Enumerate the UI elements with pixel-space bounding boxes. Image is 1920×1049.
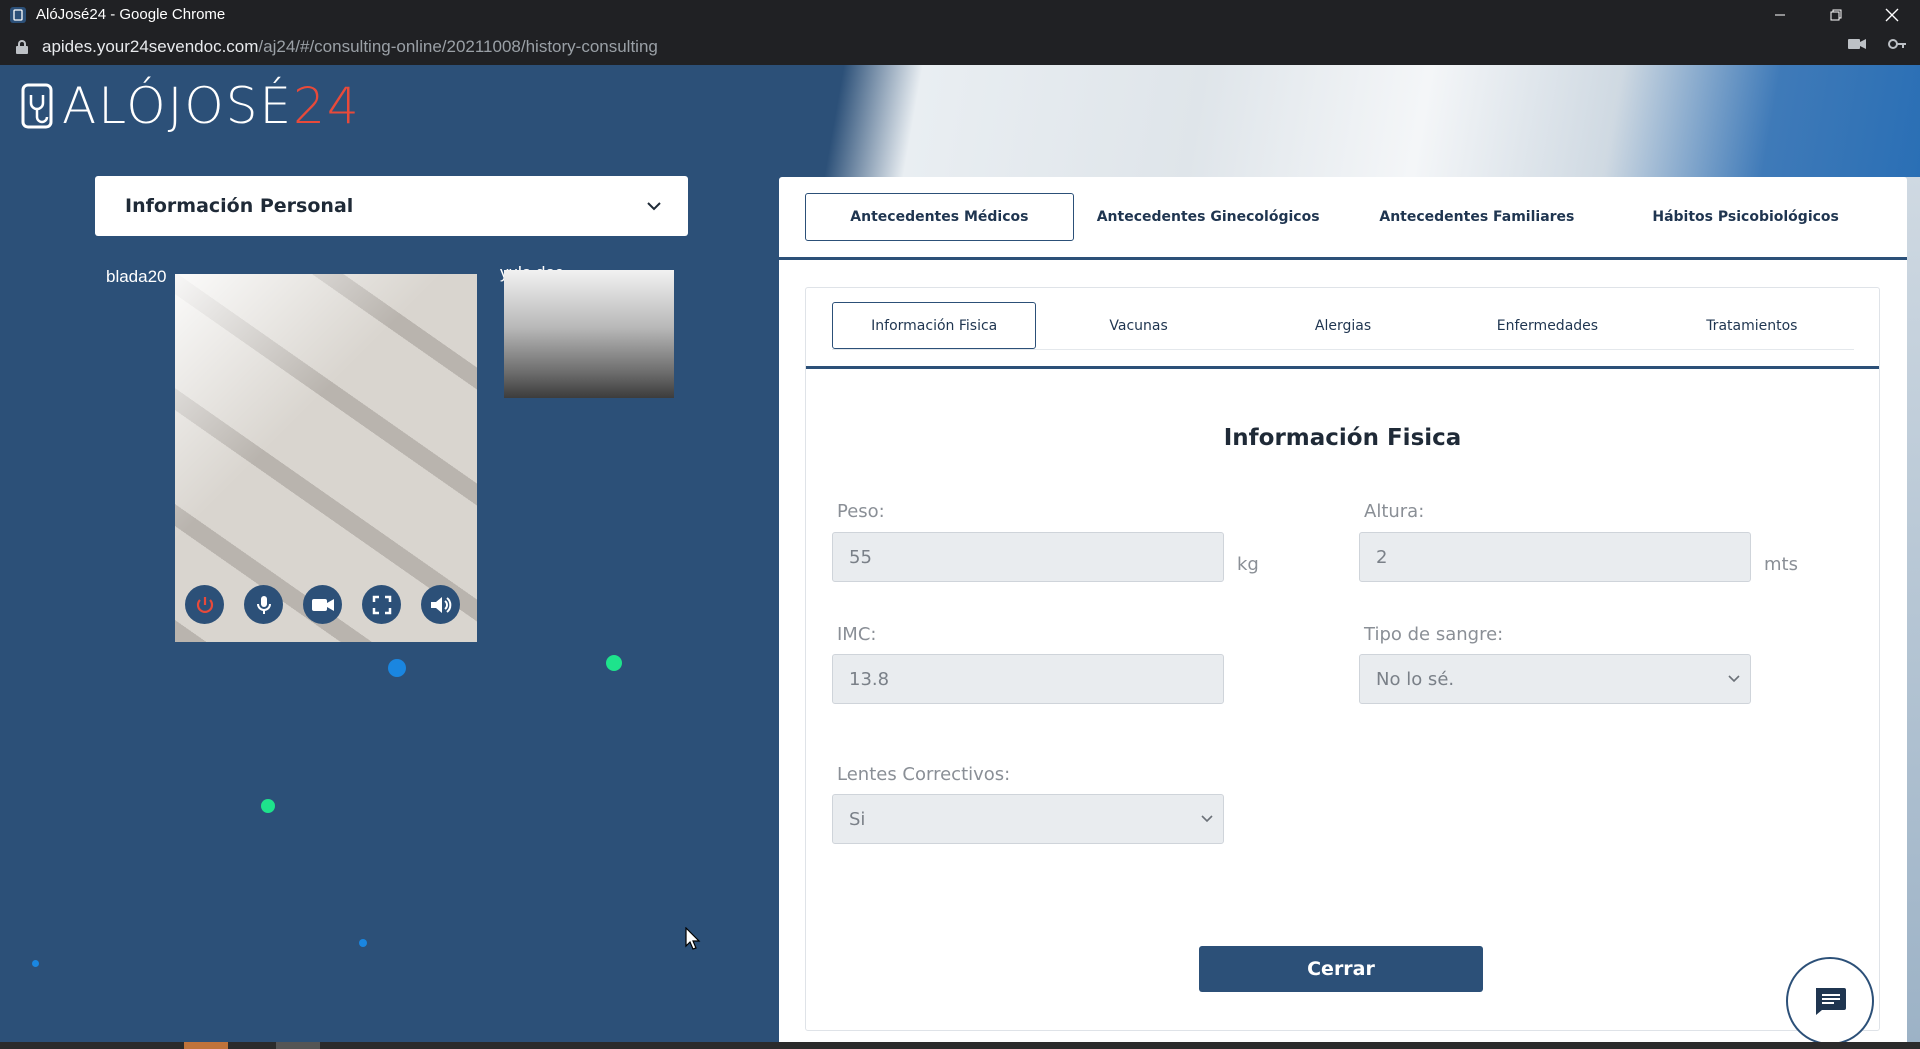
- microphone-icon: [256, 595, 271, 614]
- peso-unit: kg: [1237, 554, 1259, 575]
- tab-habitos-psicobiologicos[interactable]: Hábitos Psicobiológicos: [1611, 193, 1880, 241]
- taskbar-app[interactable]: [184, 1042, 228, 1049]
- address-bar[interactable]: apides.your24sevendoc.com/aj24/#/consult…: [0, 29, 1920, 65]
- chevron-down-icon: [1728, 675, 1740, 683]
- personal-info-label: Información Personal: [125, 195, 354, 217]
- peso-label: Peso:: [837, 501, 885, 522]
- sub-tabs-divider: [806, 366, 1879, 369]
- decorative-dot: [32, 960, 39, 967]
- tab-enfermedades[interactable]: Enfermedades: [1445, 302, 1649, 349]
- lentes-select[interactable]: Si: [832, 794, 1224, 844]
- remote-video: [504, 270, 674, 398]
- url-path: /aj24/#/consulting-online/20211008/histo…: [258, 37, 658, 56]
- hangup-button[interactable]: [185, 585, 224, 624]
- imc-label: IMC:: [837, 624, 877, 645]
- minimize-button[interactable]: [1752, 0, 1808, 29]
- sub-tabs: Información Fisica Vacunas Alergias Enfe…: [832, 302, 1854, 350]
- decorative-dot: [359, 939, 367, 947]
- taskbar: [0, 1042, 1920, 1049]
- favicon-icon: [10, 6, 26, 23]
- chat-button[interactable]: [1786, 957, 1874, 1045]
- sub-panel: Información Fisica Vacunas Alergias Enfe…: [805, 287, 1880, 1031]
- altura-field[interactable]: 2: [1359, 532, 1751, 582]
- tab-antecedentes-ginecologicos[interactable]: Antecedentes Ginecológicos: [1074, 193, 1343, 241]
- close-icon: [1885, 8, 1899, 21]
- imc-field[interactable]: 13.8: [832, 654, 1224, 704]
- minimize-icon: [1775, 14, 1785, 15]
- speaker-icon: [430, 596, 451, 613]
- stethoscope-logo-icon: [21, 83, 53, 129]
- tipo-sangre-select[interactable]: No lo sé.: [1359, 654, 1751, 704]
- volume-button[interactable]: [421, 585, 460, 624]
- fullscreen-icon: [372, 595, 391, 614]
- video-camera-icon: [311, 598, 334, 611]
- window-controls: [1752, 0, 1920, 29]
- mouse-cursor-icon: [685, 927, 701, 950]
- cerrar-button[interactable]: Cerrar: [1199, 946, 1483, 992]
- restore-button[interactable]: [1808, 0, 1864, 29]
- peso-field[interactable]: 55: [832, 532, 1224, 582]
- logo-text: ALÓJOSÉ24: [62, 77, 361, 135]
- main-tabs: Antecedentes Médicos Antecedentes Gineco…: [805, 193, 1880, 241]
- decorative-dot: [606, 655, 622, 671]
- microphone-button[interactable]: [244, 585, 283, 624]
- window-title: AlóJosé24 - Google Chrome: [36, 6, 226, 23]
- tipo-sangre-label: Tipo de sangre:: [1364, 624, 1504, 645]
- lentes-value: Si: [849, 808, 866, 830]
- chevron-down-icon: [1201, 815, 1213, 823]
- fullscreen-button[interactable]: [362, 585, 401, 624]
- personal-info-dropdown[interactable]: Información Personal: [95, 176, 688, 236]
- key-icon[interactable]: [1888, 37, 1906, 51]
- app-logo[interactable]: ALÓJOSÉ24: [20, 77, 361, 135]
- taskbar-app[interactable]: [276, 1042, 320, 1049]
- power-icon: [196, 596, 213, 613]
- tipo-sangre-value: No lo sé.: [1376, 668, 1455, 690]
- tab-antecedentes-medicos[interactable]: Antecedentes Médicos: [805, 193, 1074, 241]
- hero-image: [810, 65, 1920, 177]
- browser-title-bar: AlóJosé24 - Google Chrome: [0, 0, 1920, 29]
- lentes-label: Lentes Correctivos:: [837, 764, 1011, 785]
- altura-unit: mts: [1764, 554, 1798, 575]
- address-bar-icons: [1848, 37, 1906, 51]
- close-window-button[interactable]: [1864, 0, 1920, 29]
- decorative-dot: [388, 659, 406, 677]
- local-video: [175, 274, 477, 642]
- tab-alergias[interactable]: Alergias: [1241, 302, 1445, 349]
- page: ALÓJOSÉ24 Información Personal blada20 y…: [0, 65, 1920, 1049]
- tab-tratamientos[interactable]: Tratamientos: [1650, 302, 1854, 349]
- restore-icon: [1830, 9, 1842, 20]
- video-controls: [185, 585, 460, 624]
- url-text[interactable]: apides.your24sevendoc.com/aj24/#/consult…: [42, 37, 658, 57]
- altura-label: Altura:: [1364, 501, 1425, 522]
- tab-vacunas[interactable]: Vacunas: [1036, 302, 1240, 349]
- camera-button[interactable]: [303, 585, 342, 624]
- lock-icon: [16, 40, 28, 54]
- local-participant-name: blada20: [106, 267, 167, 286]
- url-host: apides.your24sevendoc.com: [42, 37, 259, 56]
- chevron-down-icon: [647, 202, 661, 211]
- chat-icon: [1816, 988, 1846, 1015]
- section-title: Información Fisica: [1223, 425, 1462, 451]
- tab-antecedentes-familiares[interactable]: Antecedentes Familiares: [1343, 193, 1612, 241]
- main-tabs-divider: [779, 257, 1907, 260]
- medical-history-panel: Antecedentes Médicos Antecedentes Gineco…: [779, 177, 1907, 1049]
- decorative-dot: [261, 799, 275, 813]
- tab-informacion-fisica[interactable]: Información Fisica: [832, 302, 1037, 349]
- camera-icon[interactable]: [1848, 37, 1866, 51]
